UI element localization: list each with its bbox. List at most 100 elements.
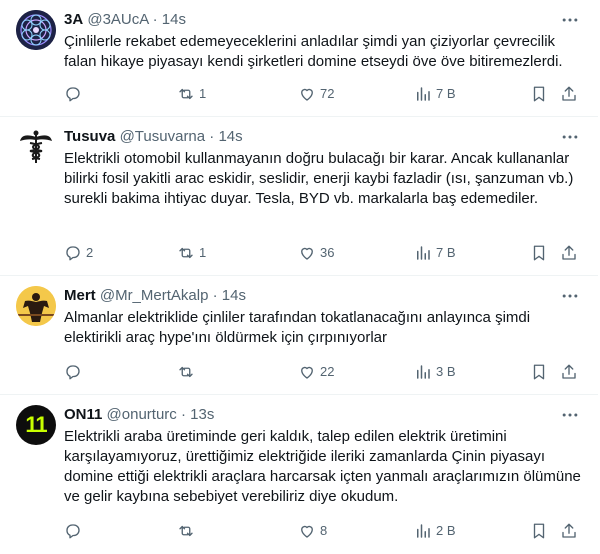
bookmark-icon [533, 86, 545, 102]
display-name[interactable]: ON11 [64, 406, 102, 423]
separator-dot: · [212, 287, 218, 304]
tweet-actions: 1 72 7 B [64, 84, 584, 104]
like-button[interactable]: 22 [298, 362, 334, 382]
views-chart-icon [417, 87, 430, 101]
heart-icon [301, 247, 313, 260]
user-handle[interactable]: @Tusuvarna [120, 128, 206, 145]
reply-icon [66, 365, 80, 380]
tweet-text: Almanlar elektriklide çinliler tarafında… [64, 309, 531, 346]
tweet-text: Elektrikli otomobil kullanmayanın doğru … [64, 150, 574, 207]
heart-icon [301, 366, 313, 379]
share-icon [562, 86, 576, 101]
share-icon [562, 245, 576, 260]
view-count: 3 B [436, 364, 456, 379]
avatar[interactable] [16, 127, 56, 167]
views-button[interactable]: 2 B [414, 521, 456, 541]
bookmark-button[interactable] [530, 521, 548, 541]
tweet-header: 3A @3AUcA · 14s [64, 10, 186, 30]
display-name[interactable]: 3A [64, 11, 83, 28]
share-button[interactable] [560, 243, 578, 263]
like-button[interactable]: 8 [298, 521, 327, 541]
view-count: 7 B [436, 245, 456, 260]
bodybuilder-avatar-icon [16, 286, 56, 326]
tweet-header: Mert @Mr_MertAkalp · 14s [64, 286, 246, 306]
user-handle[interactable]: @onurturc [107, 406, 177, 423]
retweet-button[interactable] [177, 521, 199, 541]
display-name[interactable]: Tusuva [64, 128, 115, 145]
like-count: 8 [320, 523, 328, 538]
tweet-actions: 2 1 36 7 B [64, 243, 584, 263]
bookmark-button[interactable] [530, 362, 548, 382]
retweet-count: 1 [199, 245, 207, 260]
share-button[interactable] [560, 521, 578, 541]
avatar[interactable] [16, 10, 56, 50]
views-chart-icon [417, 524, 430, 538]
user-handle[interactable]: @3AUcA [87, 11, 148, 28]
heart-icon [301, 525, 313, 538]
separator-dot: · [209, 128, 215, 145]
retweet-button[interactable]: 1 [177, 243, 206, 263]
tweet-3[interactable]: Mert @Mr_MertAkalp · 14s Almanlar elektr… [0, 276, 598, 395]
tweet-4[interactable]: 11 ON11 @onurturc · 13s Elektrikli araba… [0, 395, 598, 554]
retweet-button[interactable]: 1 [177, 84, 206, 104]
view-count: 2 B [436, 523, 456, 538]
views-chart-icon [417, 246, 430, 260]
like-count: 22 [320, 364, 335, 379]
number-11-avatar-icon: 11 [25, 412, 47, 437]
caduceus-avatar-icon [16, 127, 56, 167]
reply-icon [66, 524, 80, 539]
reply-button[interactable] [64, 362, 86, 382]
more-options-icon[interactable] [558, 284, 582, 308]
share-icon [562, 523, 576, 538]
bookmark-icon [533, 364, 545, 380]
like-count: 72 [320, 86, 335, 101]
view-count: 7 B [436, 86, 456, 101]
reply-icon [66, 246, 80, 261]
tweet-1[interactable]: 3A @3AUcA · 14s Çinlilerle rekabet edeme… [0, 0, 598, 117]
reply-button[interactable] [64, 521, 86, 541]
more-options-icon[interactable] [558, 403, 582, 427]
share-button[interactable] [560, 362, 578, 382]
tweet-actions: 22 3 B [64, 362, 584, 382]
timestamp[interactable]: 14s [218, 128, 242, 145]
reply-icon [66, 87, 80, 102]
display-name[interactable]: Mert [64, 287, 96, 304]
bookmark-icon [533, 245, 545, 261]
timestamp[interactable]: 14s [222, 287, 246, 304]
heart-icon [301, 88, 313, 101]
reply-button[interactable] [64, 84, 86, 104]
retweet-icon [179, 88, 193, 100]
views-button[interactable]: 3 B [414, 362, 456, 382]
views-button[interactable]: 7 B [414, 243, 456, 263]
tweet-header: ON11 @onurturc · 13s [64, 405, 214, 425]
tweet-text: Çinlilerle rekabet edemeyeceklerini anla… [64, 33, 563, 70]
tweet-header: Tusuva @Tusuvarna · 14s [64, 127, 243, 147]
bookmark-button[interactable] [530, 243, 548, 263]
retweet-icon [179, 247, 193, 259]
bookmark-button[interactable] [530, 84, 548, 104]
more-options-icon[interactable] [558, 125, 582, 149]
retweet-count: 1 [199, 86, 207, 101]
like-button[interactable]: 72 [298, 84, 334, 104]
timestamp[interactable]: 14s [162, 11, 186, 28]
share-icon [562, 364, 576, 379]
reply-button[interactable]: 2 [64, 243, 93, 263]
views-chart-icon [417, 365, 430, 379]
retweet-icon [179, 366, 193, 378]
avatar[interactable] [16, 286, 56, 326]
retweet-button[interactable] [177, 362, 199, 382]
separator-dot: · [180, 406, 186, 423]
share-button[interactable] [560, 84, 578, 104]
reply-count: 2 [86, 245, 94, 260]
avatar[interactable]: 11 [16, 405, 56, 445]
tweet-text: Elektrikli araba üretiminde geri kaldık,… [64, 428, 581, 505]
like-button[interactable]: 36 [298, 243, 334, 263]
mandala-avatar-icon [16, 10, 56, 50]
user-handle[interactable]: @Mr_MertAkalp [100, 287, 209, 304]
bookmark-icon [533, 523, 545, 539]
views-button[interactable]: 7 B [414, 84, 456, 104]
more-options-icon[interactable] [558, 8, 582, 32]
retweet-icon [179, 525, 193, 537]
timestamp[interactable]: 13s [190, 406, 214, 423]
tweet-2[interactable]: Tusuva @Tusuvarna · 14s Elektrikli otomo… [0, 117, 598, 276]
